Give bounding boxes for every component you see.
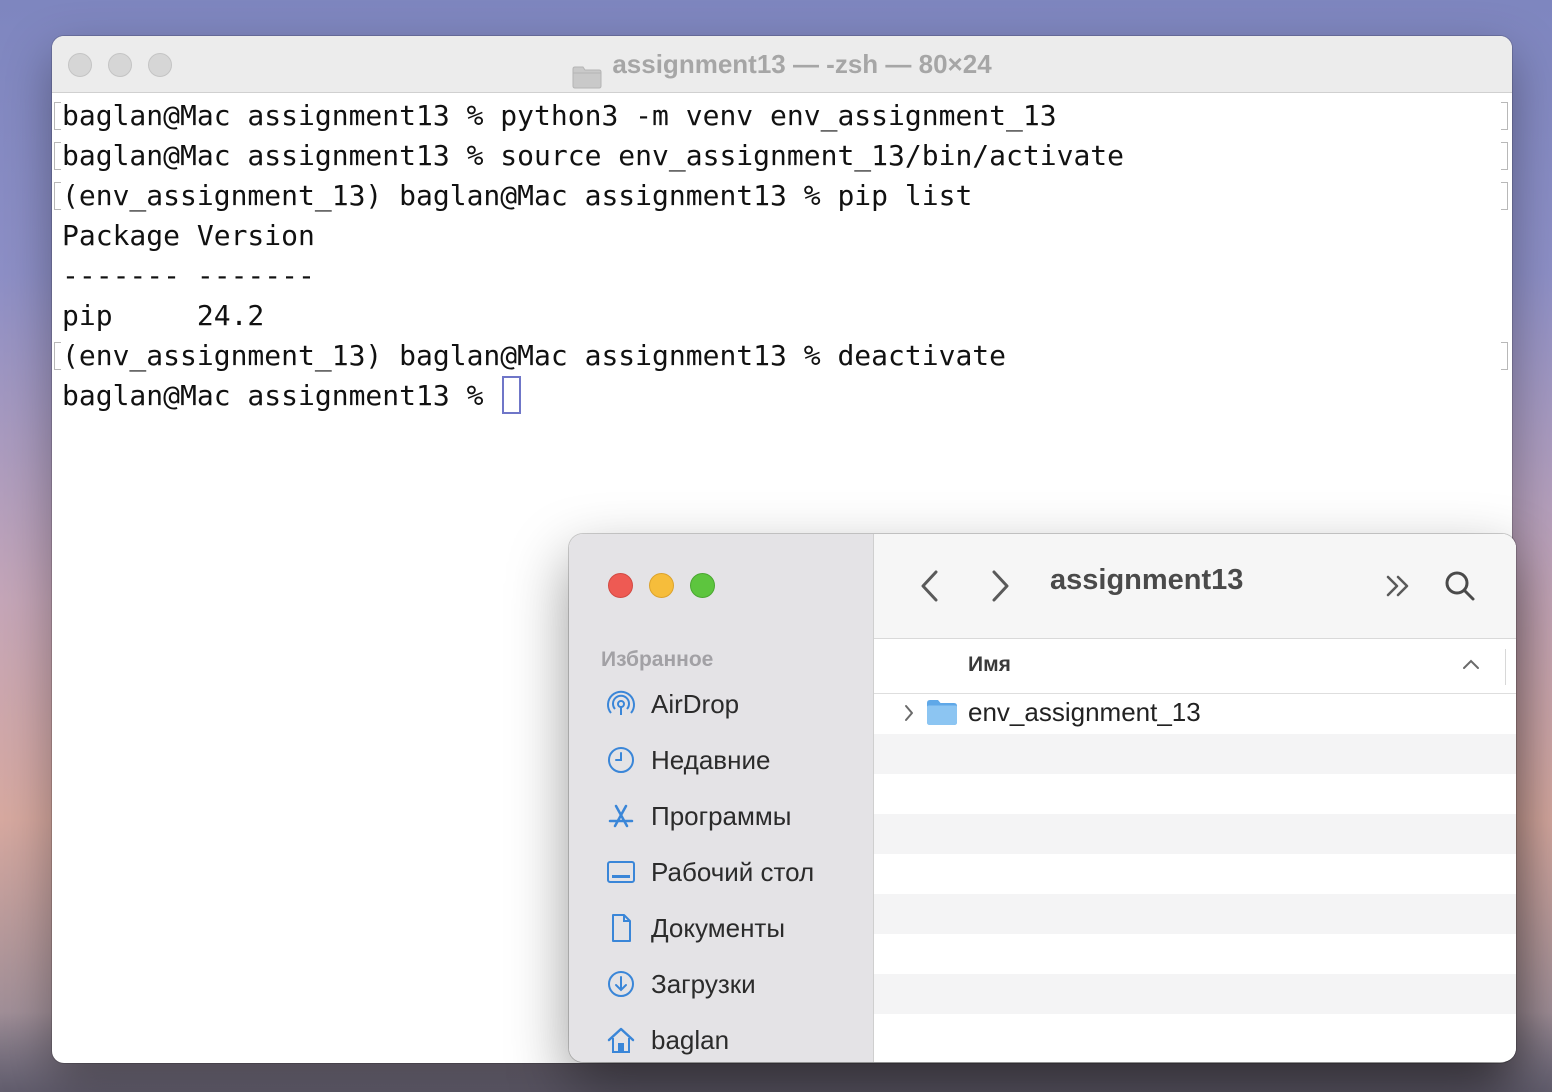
terminal-line-text: baglan@Mac assignment13 % source env_ass… [62,139,1125,172]
mark-left-icon [54,342,61,370]
terminal-line: (env_assignment_13) baglan@Mac assignmen… [52,336,1512,376]
zoom-button[interactable] [690,573,715,598]
terminal-line: baglan@Mac assignment13 % source env_ass… [52,136,1512,176]
sidebar-item-label: Программы [651,800,792,831]
terminal-title: assignment13 — -zsh — 80×24 [52,36,1512,92]
search-button[interactable] [1440,566,1480,606]
mark-right-icon [1501,182,1508,210]
sidebar-item-airdrop[interactable]: AirDrop [569,676,873,732]
column-header-name[interactable]: Имя [968,653,1011,677]
apps-icon [608,804,634,828]
empty-row [874,1014,1516,1054]
empty-row [874,854,1516,894]
list-item[interactable]: env_assignment_13 [874,694,1516,734]
sidebar-item-label: Недавние [651,744,771,775]
sidebar-item-desktop[interactable]: Рабочий стол [569,844,873,900]
empty-row [874,934,1516,974]
finder-sidebar: Избранное AirDrop Недавние Программы Раб… [569,534,874,1062]
chevron-up-icon[interactable] [1462,657,1480,675]
mark-left-icon [54,182,61,210]
sidebar-item-documents[interactable]: Документы [569,900,873,956]
empty-row [874,734,1516,774]
downloads-icon [608,971,634,997]
folder-icon [572,52,602,89]
chevron-double-right-icon [1386,575,1409,597]
finder-window-controls [608,573,715,598]
disclosure-chevron-icon[interactable] [902,702,916,729]
terminal-line: pip 24.2 [52,296,1512,336]
terminal-line: ------- ------- [52,256,1512,296]
mark-left-icon [54,102,61,130]
terminal-line-text: pip 24.2 [62,299,265,332]
minimize-button[interactable] [649,573,674,598]
finder-content: assignment13 Имя env_assignment_13 [874,534,1516,1062]
sidebar-item-home[interactable]: baglan [569,1012,873,1062]
terminal-prompt-text: baglan@Mac assignment13 % [62,379,501,412]
sidebar-item-downloads[interactable]: Загрузки [569,956,873,1012]
terminal-line-text: (env_assignment_13) baglan@Mac assignmen… [62,339,1007,372]
list-column-header[interactable]: Имя [874,639,1516,694]
sidebar-item-label: Документы [651,912,786,943]
sidebar-list: AirDrop Недавние Программы Рабочий стол … [569,676,873,1062]
close-button[interactable] [608,573,633,598]
terminal-line: Package Version [52,216,1512,256]
file-list: env_assignment_13 [874,694,1516,1054]
sidebar-item-applications[interactable]: Программы [569,788,873,844]
mark-right-icon [1501,342,1508,370]
mark-left-icon [54,142,61,170]
terminal-title-text: assignment13 — -zsh — 80×24 [612,49,992,79]
chevron-left-icon [921,570,938,602]
text-cursor[interactable] [502,376,522,414]
search-icon [1445,571,1475,601]
finder-toolbar: assignment13 [874,534,1516,639]
chevron-right-icon [992,570,1009,602]
sidebar-item-label: Рабочий стол [651,856,815,887]
terminal-titlebar[interactable]: assignment13 — -zsh — 80×24 [52,36,1512,93]
terminal-line: (env_assignment_13) baglan@Mac assignmen… [52,176,1512,216]
forward-button[interactable] [980,566,1020,606]
airdrop-icon [607,690,635,715]
sidebar-item-label: AirDrop [651,688,740,719]
empty-row [874,974,1516,1014]
document-icon [612,914,631,942]
finder-window[interactable]: Избранное AirDrop Недавние Программы Раб… [569,534,1516,1062]
terminal-output[interactable]: baglan@Mac assignment13 % python3 -m ven… [52,93,1512,416]
back-button[interactable] [910,566,950,606]
terminal-line-text: Package Version [62,219,315,252]
sidebar-item-label: baglan [651,1024,730,1055]
empty-row [874,894,1516,934]
mark-right-icon [1501,142,1508,170]
terminal-line-text: (env_assignment_13) baglan@Mac assignmen… [62,179,973,212]
terminal-prompt-line[interactable]: baglan@Mac assignment13 % [52,376,1512,416]
terminal-line-text: baglan@Mac assignment13 % python3 -m ven… [62,99,1057,132]
more-toolbar-button[interactable] [1378,566,1418,606]
sidebar-item-recents[interactable]: Недавние [569,732,873,788]
clock-icon [608,747,634,773]
mark-right-icon [1501,102,1508,130]
terminal-line: baglan@Mac assignment13 % python3 -m ven… [52,96,1512,136]
finder-window-title: assignment13 [1050,564,1244,596]
sidebar-item-label: Загрузки [651,968,756,999]
desktop-icon [607,861,635,883]
folder-icon [926,698,958,731]
empty-row [874,814,1516,854]
column-divider [1505,649,1506,685]
sidebar-section-favorites: Избранное [601,648,714,671]
empty-row [874,774,1516,814]
terminal-line-text: ------- ------- [62,259,315,292]
file-name: env_assignment_13 [968,697,1201,727]
home-icon [607,1027,635,1053]
